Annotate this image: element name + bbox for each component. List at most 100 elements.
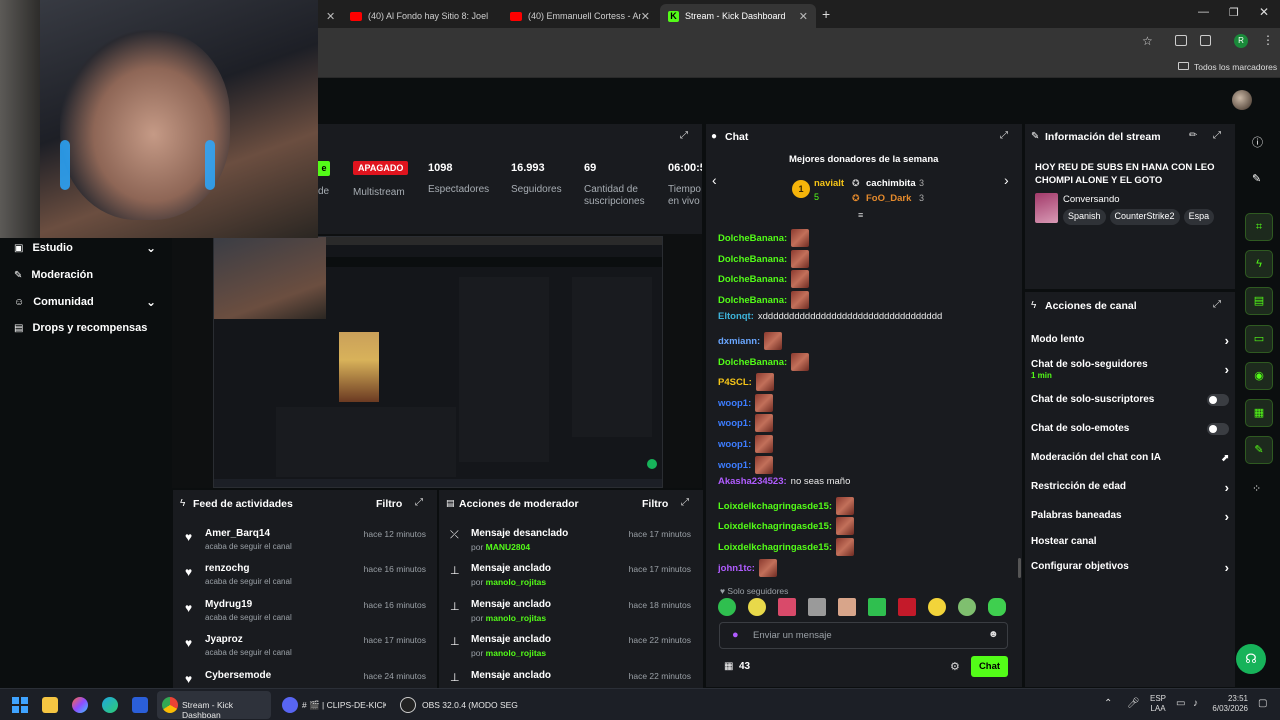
send-chat-button[interactable]: Chat (971, 656, 1008, 677)
emote-icon[interactable] (898, 598, 916, 616)
chat-username[interactable]: DolcheBanana: (718, 233, 787, 244)
help-button[interactable]: ☊ (1236, 644, 1266, 674)
expand-icon[interactable]: ⤢ (1213, 130, 1221, 141)
volume-icon[interactable]: ♪ (1193, 698, 1198, 709)
extensions-icon[interactable] (1200, 35, 1211, 46)
donor-name[interactable]: navialt (814, 178, 844, 189)
edit-icon[interactable]: ✏ (1189, 130, 1197, 141)
mod-user[interactable]: manolo_rojitas (486, 613, 546, 623)
expand-icon[interactable]: ⤢ (681, 497, 689, 508)
emote-icon[interactable] (748, 598, 766, 616)
chat-scrollbar[interactable] (1018, 558, 1021, 578)
chat-username[interactable]: Loixdelkchagringasde15: (718, 501, 832, 512)
expand-icon[interactable]: ⤢ (415, 497, 423, 508)
chat-username[interactable]: Loixdelkchagringasde15: (718, 542, 832, 553)
tag-chip[interactable]: CounterStrike2 (1109, 209, 1180, 225)
sidebar-item-moderacion[interactable]: ✎ Moderación (14, 269, 93, 281)
restore-icon[interactable]: ❐ (1229, 6, 1239, 19)
store-icon[interactable] (132, 697, 148, 713)
action-host-channel[interactable]: Hostear canal (1031, 536, 1229, 550)
chat-username[interactable]: woop1: (718, 439, 751, 450)
action-age-restriction[interactable]: Restricción de edad › (1031, 480, 1229, 495)
tab-close-partial[interactable]: ✕ (318, 4, 338, 28)
close-icon[interactable]: ✕ (326, 10, 335, 23)
sidebar-item-comunidad[interactable]: ☺ Comunidad ⌄ (14, 295, 156, 309)
sidebar-item-estudio[interactable]: ▣ Estudio ⌄ (14, 241, 156, 255)
emote-icon[interactable] (928, 598, 946, 616)
screenshot-icon[interactable] (1175, 35, 1187, 46)
close-window-icon[interactable]: ✕ (1259, 5, 1269, 19)
taskbar-label[interactable]: OBS 32.0.4 (MODO SEG (422, 700, 518, 710)
quick-action-layout[interactable]: ▦ (1245, 399, 1273, 427)
close-icon[interactable]: ✕ (799, 10, 808, 23)
windows-start-icon[interactable] (12, 697, 28, 713)
taskbar-label[interactable]: # 🎬 | CLIPS-DE-KICK 🎬 | (302, 700, 386, 711)
copilot-icon[interactable] (72, 697, 88, 713)
quick-action-chat[interactable]: ▭ (1245, 325, 1273, 353)
emote-icon[interactable] (868, 598, 886, 616)
tab-kick-dashboard[interactable]: K Stream - Kick Dashboard ✕ (660, 4, 816, 28)
mod-user[interactable]: MANU2804 (486, 542, 530, 552)
chat-username[interactable]: john1tc: (718, 563, 755, 574)
microphone-icon[interactable]: 🎤︎ (1127, 698, 1140, 709)
chat-username[interactable]: DolcheBanana: (718, 274, 787, 285)
emote-icon[interactable] (838, 598, 856, 616)
close-icon[interactable]: ✕ (641, 10, 650, 23)
tray-chevron-icon[interactable]: ⌃ (1104, 698, 1112, 709)
network-icon[interactable]: ▭ (1176, 698, 1185, 709)
emote-icon[interactable] (808, 598, 826, 616)
expand-icon[interactable]: ⤢ (1213, 299, 1221, 310)
menu-dots-icon[interactable]: ⋮ (1262, 33, 1274, 47)
discord-icon[interactable] (282, 697, 298, 713)
new-tab-icon[interactable]: + (822, 6, 830, 22)
donor-name[interactable]: FoO_Dark (866, 193, 911, 204)
clock[interactable]: 23:51 6/03/2026 (1208, 694, 1248, 714)
info-icon[interactable]: ⓘ (1252, 134, 1263, 150)
quick-action-tools[interactable]: ✎ (1245, 436, 1273, 464)
chat-username[interactable]: P4SCL: (718, 377, 752, 388)
minimize-icon[interactable]: — (1198, 6, 1209, 18)
language-indicator[interactable]: ESP LAA (1150, 694, 1166, 714)
user-avatar[interactable] (1232, 90, 1252, 110)
feed-filter-button[interactable]: Filtro (376, 498, 402, 510)
quick-action-clip[interactable]: ⌗ (1245, 213, 1273, 241)
mod-filter-button[interactable]: Filtro (642, 498, 668, 510)
chat-username[interactable]: woop1: (718, 460, 751, 471)
emoji-icon[interactable]: ☻ (988, 629, 999, 640)
obs-icon[interactable] (400, 697, 416, 713)
expand-icon[interactable]: ⤢ (1000, 130, 1008, 141)
chat-username[interactable]: DolcheBanana: (718, 357, 787, 368)
profile-avatar[interactable]: R (1234, 34, 1248, 48)
emote-icon[interactable] (778, 598, 796, 616)
feed-user[interactable]: Mydrug19 (205, 599, 252, 610)
edge-icon[interactable] (102, 697, 118, 713)
chat-username[interactable]: DolcheBanana: (718, 254, 787, 265)
action-followers-only[interactable]: Chat de solo-seguidores 1 min › (1031, 359, 1229, 383)
sidebar-item-drops[interactable]: ▤ Drops y recompensas (14, 322, 147, 334)
expand-icon[interactable]: ⤢ (680, 130, 688, 141)
quick-action-notes[interactable]: ▤ (1245, 287, 1273, 315)
tab-youtube-1[interactable]: (40) Al Fondo hay Sitio 8: Joel l (342, 4, 498, 28)
pencil-icon[interactable]: ✎ (1252, 172, 1261, 185)
feed-user[interactable]: Amer_Barq14 (205, 528, 270, 539)
taskbar-chrome[interactable]: Stream - Kick Dashboan (157, 691, 271, 720)
all-bookmarks-link[interactable]: Todos los marcadores (1194, 62, 1277, 72)
mod-user[interactable]: manolo_rojitas (486, 648, 546, 658)
tab-youtube-2[interactable]: (40) Emmanuell Cortess - Amor ✕ (502, 4, 658, 28)
emote-icon[interactable] (958, 598, 976, 616)
action-slow-mode[interactable]: Modo lento › (1031, 333, 1229, 348)
chat-username[interactable]: Eltonqt: (718, 311, 754, 322)
feed-user[interactable]: Jyaproz (205, 634, 243, 645)
donor-name[interactable]: cachimbita (866, 178, 916, 189)
action-ai-moderation[interactable]: Moderación del chat con IA ⬈ (1031, 452, 1229, 466)
chat-username[interactable]: woop1: (718, 418, 751, 429)
quick-action-bolt[interactable]: ϟ (1245, 250, 1273, 278)
tag-chip[interactable]: Spanish (1063, 209, 1106, 225)
settings-dots-icon[interactable]: ⁘ (1252, 482, 1261, 495)
notifications-icon[interactable]: ▢ (1258, 698, 1267, 709)
chat-username[interactable]: dxmiann: (718, 336, 760, 347)
quick-action-broadcast[interactable]: ◉ (1245, 362, 1273, 390)
category-name[interactable]: Conversando (1063, 194, 1120, 205)
action-banned-words[interactable]: Palabras baneadas › (1031, 509, 1229, 524)
mod-user[interactable]: manolo_rojitas (486, 577, 546, 587)
